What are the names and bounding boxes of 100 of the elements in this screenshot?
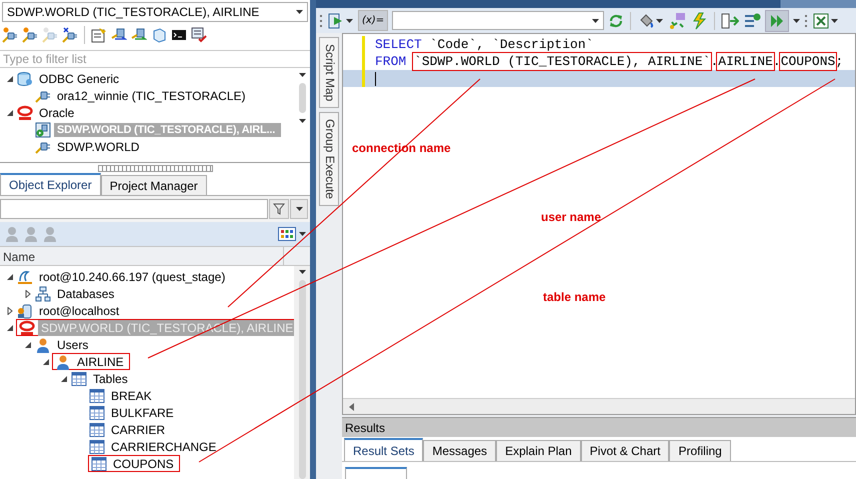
settings-check-icon[interactable] (191, 27, 207, 43)
oracle-ring-icon (19, 320, 35, 336)
search-field[interactable] (0, 199, 268, 219)
funnel-icon (273, 203, 285, 215)
code-text: ; (835, 54, 844, 69)
spark-plug-icon[interactable] (2, 27, 18, 43)
collapsed-arrow-icon[interactable] (24, 290, 32, 298)
tree-item[interactable]: SDWP.WORLD (54, 138, 142, 154)
tab[interactable]: Profiling (669, 440, 731, 461)
caret-icon (831, 18, 838, 22)
tab[interactable]: Messages (423, 440, 496, 461)
side-tab[interactable]: Script Map (319, 37, 339, 108)
grip-icon (319, 12, 323, 28)
grip-icon (804, 12, 808, 28)
variables-button[interactable]: (x)= (358, 10, 388, 31)
tab[interactable]: Explain Plan (496, 440, 581, 461)
tab[interactable]: Project Manager (100, 175, 207, 195)
caret-icon (296, 207, 302, 211)
subtab[interactable] (345, 467, 407, 479)
scroll-up-icon (298, 270, 306, 274)
caret-icon (346, 18, 353, 22)
refresh-icon[interactable] (608, 12, 624, 28)
sparkle-query-icon[interactable] (668, 12, 686, 30)
table-icon (89, 438, 105, 454)
tree-item[interactable]: Users (54, 336, 92, 352)
user-icon (55, 354, 71, 370)
lightning-icon[interactable] (690, 12, 708, 30)
hierarchy-icon (35, 286, 51, 302)
tree-item[interactable]: root@localhost (36, 302, 122, 318)
tree-item[interactable]: ODBC Generic (36, 70, 122, 86)
scroll-down-icon (298, 119, 306, 123)
text-cursor (375, 72, 376, 86)
side-tab[interactable]: Group Execute (319, 112, 339, 206)
grid-view-icon[interactable] (278, 227, 296, 241)
highlighted-code: `SDWP.WORLD (TIC_TESTORACLE), AIRLINE` (414, 54, 710, 69)
collapsed-arrow-icon[interactable] (6, 306, 14, 314)
console-icon[interactable] (171, 27, 187, 43)
execute-button[interactable] (765, 10, 790, 32)
tree-item[interactable]: root@10.240.66.197 (quest_stage) (36, 268, 228, 284)
tree-item[interactable]: Oracle (36, 104, 78, 120)
table-icon (89, 404, 105, 420)
table-icon (89, 388, 105, 404)
scroll-up-icon (298, 73, 306, 77)
expanded-arrow-icon[interactable] (24, 340, 32, 348)
tree-item[interactable]: AIRLINE (74, 354, 127, 370)
filter-field[interactable]: Type to filter list (0, 50, 310, 68)
add-list-icon[interactable] (743, 12, 762, 30)
tab[interactable]: Object Explorer (0, 173, 101, 195)
connection-play-icon (35, 122, 51, 138)
dropdown-button[interactable] (290, 199, 308, 219)
dropdown-caret-icon (592, 18, 600, 22)
filter-button[interactable] (269, 199, 289, 219)
tree-item[interactable]: CARRIER (108, 422, 168, 438)
tree-item[interactable]: Tables (90, 370, 131, 386)
tree-item[interactable]: ora12_winnie (TIC_TESTORACLE) (54, 88, 249, 104)
tree-item[interactable]: COUPONS (110, 456, 177, 472)
annotation-label: user name (541, 210, 602, 224)
expanded-arrow-icon[interactable] (6, 108, 14, 116)
delete-plug-icon[interactable] (62, 27, 78, 43)
highlighted-code: AIRLINE (718, 54, 773, 69)
database-icon (17, 70, 33, 86)
expanded-arrow-icon[interactable] (6, 272, 14, 280)
user-icon (35, 336, 51, 352)
double-play-icon (769, 12, 786, 28)
code-text: . (710, 54, 718, 69)
expanded-arrow-icon[interactable] (6, 74, 14, 82)
sql-keyword: FROM (375, 54, 408, 69)
expanded-arrow-icon[interactable] (42, 358, 50, 366)
tree-item[interactable]: BREAK (108, 388, 155, 404)
dropdown-caret-icon (296, 10, 303, 14)
spreadsheet-icon (813, 12, 830, 28)
tree-item[interactable]: BULKFARE (108, 404, 177, 420)
plug-arrow-icon[interactable] (131, 27, 147, 43)
connection-dropdown[interactable]: SDWP.WORLD (TIC_TESTORACLE), AIRLINE (2, 2, 308, 22)
splitter-handle[interactable] (98, 164, 212, 172)
tree-item[interactable]: CARRIERCHANGE (108, 438, 220, 454)
cube-icon[interactable] (151, 27, 167, 43)
server-icon (17, 302, 33, 318)
swirl-icon (17, 268, 33, 284)
horizontal-scrollbar[interactable] (343, 398, 855, 414)
export-icon[interactable] (721, 12, 740, 30)
caret-icon (299, 232, 306, 236)
scroll-left-icon (349, 402, 354, 410)
overflow-caret-icon (793, 18, 800, 22)
spark-plug-icon[interactable] (22, 27, 38, 43)
code-text: `Code`, `Description` (428, 37, 594, 52)
run-icon (328, 12, 344, 28)
plug-arrow-icon[interactable] (111, 27, 127, 43)
table-icon (71, 370, 87, 386)
sql-keyword: SELECT (375, 37, 422, 52)
table-icon (91, 456, 107, 472)
tree-item[interactable]: Databases (54, 286, 118, 302)
tab[interactable]: Result Sets (344, 438, 424, 461)
oracle-ring-icon (17, 104, 33, 120)
table-icon (89, 422, 105, 438)
expanded-arrow-icon[interactable] (60, 374, 68, 382)
properties-icon[interactable] (91, 27, 107, 43)
scrollbar[interactable] (294, 266, 310, 479)
expanded-arrow-icon[interactable] (6, 324, 14, 332)
tab[interactable]: Pivot & Chart (580, 440, 670, 461)
